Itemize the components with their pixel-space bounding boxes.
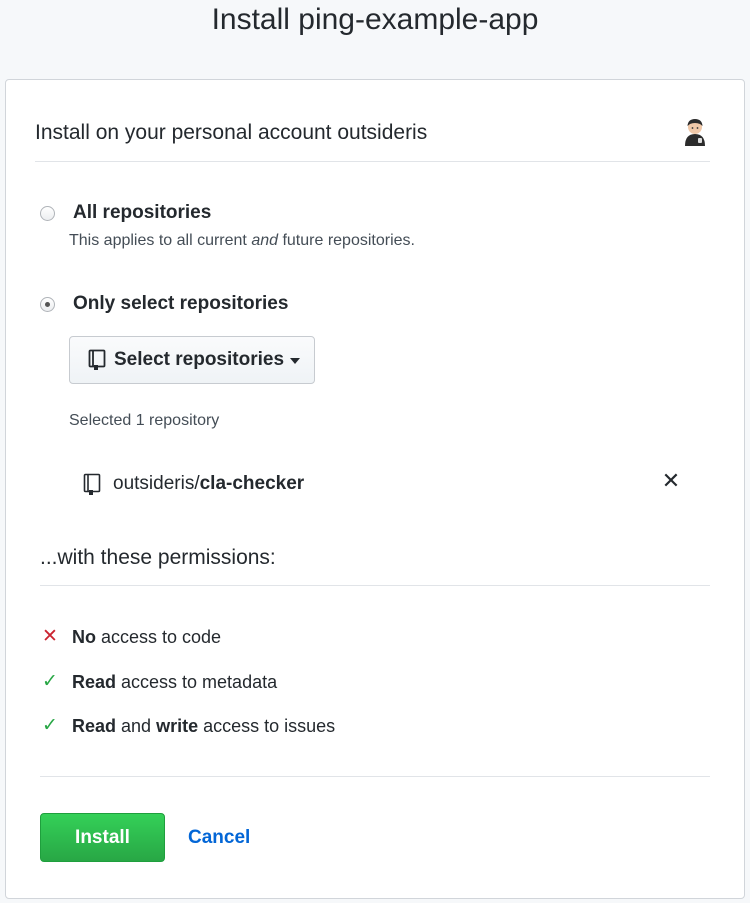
page-title: Install ping-example-app (211, 3, 539, 36)
radio-only-select-repositories[interactable] (40, 297, 55, 312)
selected-count: Selected 1 repository (69, 412, 220, 429)
permission-item-issues: ✓ Read and write access to issues (40, 714, 335, 738)
repo-icon (83, 473, 101, 495)
select-repositories-button[interactable]: Select repositories (69, 336, 315, 384)
remove-repo-close-icon[interactable]: ✕ (660, 470, 682, 492)
perm-text: access to metadata (116, 672, 278, 692)
desc-emphasis: and (251, 232, 279, 249)
repo-icon (88, 349, 106, 370)
avatar[interactable] (680, 116, 710, 146)
permission-text: No access to code (72, 625, 221, 649)
perm-text: access to code (96, 627, 222, 647)
selected-repo-name: outsideris/cla-checker (113, 472, 304, 496)
perm-strong: Read (72, 716, 117, 736)
account-header: Install on your personal account outside… (35, 110, 710, 162)
option-all-repositories-desc: This applies to all current and future r… (69, 231, 415, 251)
cancel-link[interactable]: Cancel (188, 826, 250, 850)
chevron-down-icon (290, 358, 301, 364)
permission-text: Read and write access to issues (72, 714, 335, 738)
option-only-select-label[interactable]: Only select repositories (73, 292, 288, 316)
perm-text: access to issues (198, 716, 336, 736)
radio-all-repositories[interactable] (40, 206, 55, 221)
permissions-title: ...with these permissions: (40, 546, 276, 569)
permission-text: Read access to metadata (72, 670, 277, 694)
perm-text: and (116, 716, 157, 736)
footer-divider (40, 776, 710, 777)
permission-item-metadata: ✓ Read access to metadata (40, 670, 277, 694)
desc-text-1: This applies to all current (69, 232, 252, 249)
repo-name: cla-checker (199, 473, 305, 494)
desc-text-2: future repositories. (278, 232, 415, 249)
repo-owner: outsideris/ (113, 473, 200, 494)
perm-strong: Read (72, 672, 117, 692)
permissions-header: ...with these permissions: (40, 535, 710, 586)
permission-item-code: ✕ No access to code (40, 625, 221, 649)
select-repositories-label: Select repositories (114, 349, 285, 370)
perm-strong: write (156, 716, 199, 736)
x-icon: ✕ (42, 626, 58, 647)
install-button[interactable]: Install (40, 813, 165, 862)
perm-strong: No (72, 627, 96, 647)
check-icon: ✓ (42, 671, 58, 692)
option-all-repositories-label[interactable]: All repositories (73, 201, 211, 225)
check-icon: ✓ (42, 715, 58, 736)
account-heading: Install on your personal account outside… (35, 121, 428, 144)
